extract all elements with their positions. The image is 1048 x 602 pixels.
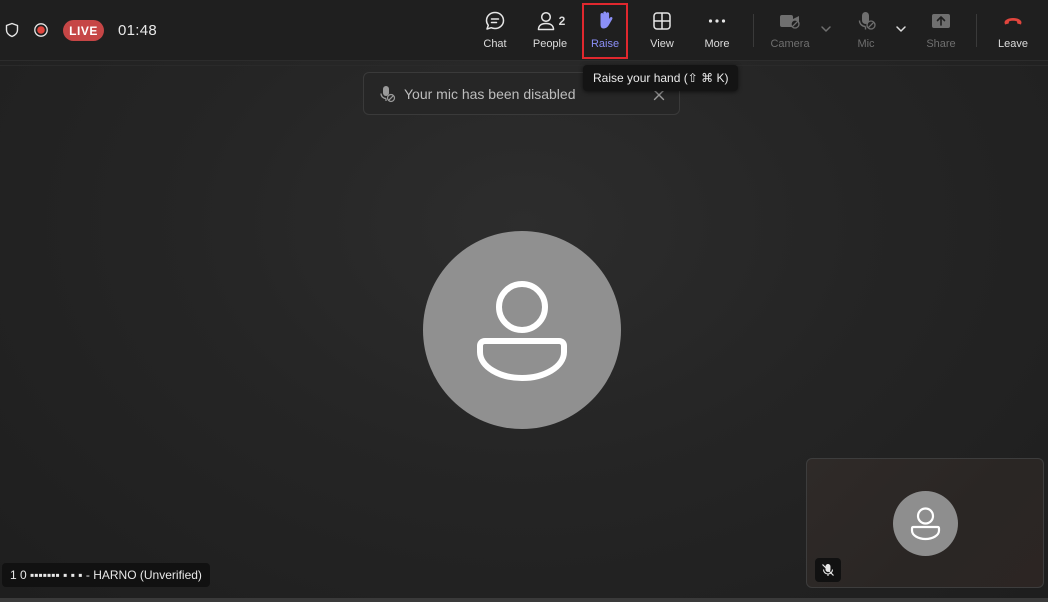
people-label: People [532, 38, 568, 50]
camera-label: Camera [770, 38, 810, 50]
notice-text: Your mic has been disabled [404, 86, 576, 102]
more-button[interactable]: More [699, 8, 735, 54]
participant-name-label: 1 0 ▪▪▪▪▪▪▪ ▪ ▪ ▪ - HARNO (Unverified) [2, 563, 210, 587]
raise-hand-tooltip: Raise your hand (⇧ ⌘ K) [583, 65, 739, 91]
mic-muted-icon [822, 564, 834, 576]
self-avatar [893, 491, 958, 556]
share-button[interactable]: Share [923, 8, 959, 54]
mic-button[interactable]: Mic [849, 8, 883, 54]
ellipsis-icon [708, 19, 726, 23]
chat-button[interactable]: Chat [478, 8, 512, 54]
self-view-tile[interactable] [806, 458, 1044, 588]
leave-button[interactable]: Leave [995, 8, 1031, 54]
leave-label: Leave [998, 38, 1028, 50]
mic-off-icon [380, 86, 396, 103]
mic-options-chevron-icon[interactable] [894, 22, 908, 36]
camera-off-icon [780, 15, 800, 29]
grid-view-icon [653, 12, 671, 30]
window-bottom-edge [0, 598, 1048, 602]
toolbar-divider [753, 14, 754, 47]
mic-label: Mic [857, 38, 875, 50]
highlight-box [582, 3, 628, 59]
mic-off-icon [858, 12, 876, 30]
person-icon [910, 507, 941, 541]
shield-icon[interactable] [4, 22, 20, 38]
chat-icon [485, 11, 505, 30]
chat-label: Chat [483, 38, 507, 50]
hang-up-icon [1004, 18, 1022, 25]
view-button[interactable]: View [645, 8, 679, 54]
self-muted-badge [815, 558, 841, 582]
recording-icon [34, 23, 48, 37]
more-label: More [704, 38, 730, 50]
meeting-timer: 01:48 [118, 22, 158, 39]
top-toolbar: LIVE 01:48 Chat 2 People Raise View More… [0, 0, 1048, 61]
share-screen-icon [932, 14, 950, 28]
live-badge: LIVE [63, 20, 104, 41]
participant-avatar [423, 231, 621, 429]
camera-options-chevron-icon[interactable] [819, 22, 833, 36]
share-label: Share [926, 38, 956, 50]
camera-button[interactable]: Camera [768, 8, 812, 54]
people-count: 2 [558, 14, 566, 28]
toolbar-divider [976, 14, 977, 47]
view-label: View [650, 38, 674, 50]
people-button[interactable]: 2 People [531, 8, 569, 54]
person-icon [477, 281, 567, 381]
people-icon [537, 11, 554, 31]
meeting-window: LIVE 01:48 Chat 2 People Raise View More… [0, 0, 1048, 602]
